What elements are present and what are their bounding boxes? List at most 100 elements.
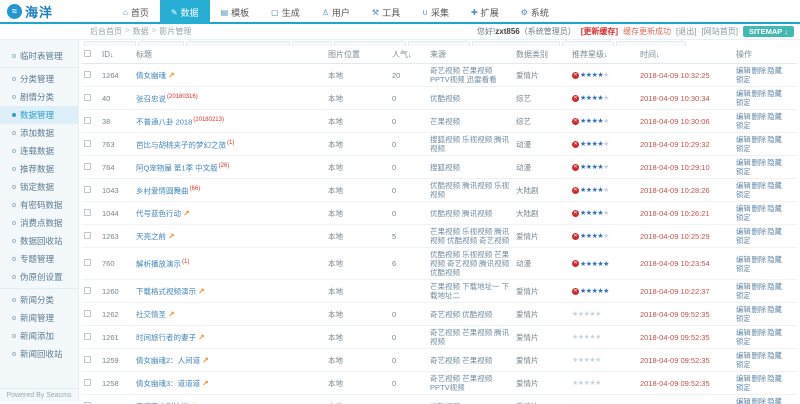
clear-rating-icon[interactable]: ✕ <box>572 118 579 125</box>
sidebar-item-新闻分类[interactable]: 新闻分类 <box>0 291 78 309</box>
sort-arrow-icon[interactable]: ↓ <box>110 52 114 59</box>
sidebar-item-伪原创设置[interactable]: 伪原创设置 <box>0 268 78 286</box>
action-隐藏-link[interactable]: 隐藏 <box>767 112 782 121</box>
action-编辑-link[interactable]: 编辑 <box>736 181 751 190</box>
filter-tab-stub[interactable] <box>616 41 686 46</box>
clear-rating-icon[interactable]: ✕ <box>572 210 579 217</box>
action-锁定-link[interactable]: 锁定 <box>736 291 751 300</box>
action-编辑-link[interactable]: 编辑 <box>736 112 751 121</box>
action-删除-link[interactable]: 删除 <box>752 181 767 190</box>
sidebar-item-有密码数据[interactable]: 有密码数据 <box>0 196 78 214</box>
filter-tab-stub[interactable] <box>408 41 470 46</box>
action-删除-link[interactable]: 删除 <box>752 66 767 75</box>
action-删除-link[interactable]: 删除 <box>752 397 767 404</box>
action-隐藏-link[interactable]: 隐藏 <box>767 227 782 236</box>
title-link[interactable]: 时间旅行者的妻子 <box>136 333 196 342</box>
title-link[interactable]: 芭比与胡桃夹子的梦幻之旅 <box>136 140 226 149</box>
action-隐藏-link[interactable]: 隐藏 <box>767 135 782 144</box>
action-隐藏-link[interactable]: 隐藏 <box>767 374 782 383</box>
row-checkbox[interactable] <box>84 94 91 101</box>
clear-rating-icon[interactable]: ✕ <box>572 233 579 240</box>
sidebar-item-数据管理[interactable]: 数据管理 <box>0 106 78 124</box>
clear-rating-icon[interactable]: ✕ <box>572 288 579 295</box>
filter-tab-stub[interactable] <box>292 41 332 46</box>
clear-rating-icon[interactable]: ✕ <box>572 260 579 267</box>
action-删除-link[interactable]: 删除 <box>752 89 767 98</box>
action-编辑-link[interactable]: 编辑 <box>736 227 751 236</box>
action-锁定-link[interactable]: 锁定 <box>736 360 751 369</box>
row-checkbox[interactable] <box>84 117 91 124</box>
action-隐藏-link[interactable]: 隐藏 <box>767 328 782 337</box>
action-编辑-link[interactable]: 编辑 <box>736 305 751 314</box>
logout-link[interactable]: [退出] <box>676 26 696 37</box>
title-link[interactable]: 天亮之前 <box>136 232 166 241</box>
sidebar-item-推荐数据[interactable]: 推荐数据 <box>0 160 78 178</box>
action-删除-link[interactable]: 删除 <box>752 351 767 360</box>
action-删除-link[interactable]: 删除 <box>752 158 767 167</box>
star-icon[interactable]: ★ <box>603 187 609 194</box>
action-编辑-link[interactable]: 编辑 <box>736 204 751 213</box>
title-link[interactable]: 阿Q宠物屋 第1季 中文版 <box>136 163 218 172</box>
select-all-checkbox[interactable] <box>84 50 91 57</box>
sidebar-item-新闻管理[interactable]: 新闻管理 <box>0 309 78 327</box>
action-编辑-link[interactable]: 编辑 <box>736 135 751 144</box>
column-header-时间[interactable]: 时间↓ <box>638 46 734 64</box>
action-编辑-link[interactable]: 编辑 <box>736 255 751 264</box>
sitemap-button[interactable]: SITEMAP ↓ <box>743 26 794 37</box>
action-删除-link[interactable]: 删除 <box>752 374 767 383</box>
row-checkbox[interactable] <box>84 287 91 294</box>
row-checkbox[interactable] <box>84 140 91 147</box>
action-锁定-link[interactable]: 锁定 <box>736 75 751 84</box>
action-锁定-link[interactable]: 锁定 <box>736 314 751 323</box>
sidebar-item-连载数据[interactable]: 连载数据 <box>0 142 78 160</box>
action-隐藏-link[interactable]: 隐藏 <box>767 255 782 264</box>
star-icon[interactable]: ★ <box>603 210 609 217</box>
action-删除-link[interactable]: 删除 <box>752 204 767 213</box>
title-link[interactable]: 倩女幽魂2：人间道 <box>136 356 200 365</box>
action-隐藏-link[interactable]: 隐藏 <box>767 282 782 291</box>
breadcrumb-item[interactable]: 数据 <box>133 26 149 37</box>
action-隐藏-link[interactable]: 隐藏 <box>767 305 782 314</box>
sidebar-item-添加数据[interactable]: 添加数据 <box>0 124 78 142</box>
column-header-人气[interactable]: 人气↓ <box>390 46 428 64</box>
star-icon[interactable]: ★ <box>595 380 601 387</box>
sidebar-item-临时表管理[interactable]: 临时表管理 <box>0 47 78 65</box>
action-删除-link[interactable]: 删除 <box>752 227 767 236</box>
title-link[interactable]: 倩女幽魂3：道道道 <box>136 379 200 388</box>
action-隐藏-link[interactable]: 隐藏 <box>767 397 782 404</box>
star-icon[interactable]: ★ <box>603 72 609 79</box>
action-编辑-link[interactable]: 编辑 <box>736 158 751 167</box>
sidebar-item-新闻回收站[interactable]: 新闻回收站 <box>0 345 78 363</box>
brand-logo[interactable]: ≈ 海洋 <box>7 2 53 21</box>
action-编辑-link[interactable]: 编辑 <box>736 282 751 291</box>
action-锁定-link[interactable]: 锁定 <box>736 167 751 176</box>
clear-rating-icon[interactable]: ✕ <box>572 187 579 194</box>
star-icon[interactable]: ★ <box>595 357 601 364</box>
action-删除-link[interactable]: 删除 <box>752 255 767 264</box>
star-icon[interactable]: ★ <box>603 141 609 148</box>
action-隐藏-link[interactable]: 隐藏 <box>767 89 782 98</box>
nav-item-generate[interactable]: ▢生成 <box>260 0 311 24</box>
nav-item-data[interactable]: ✎数据 <box>160 0 210 24</box>
action-删除-link[interactable]: 删除 <box>752 328 767 337</box>
clear-rating-icon[interactable]: ✕ <box>572 164 579 171</box>
sidebar-item-锁定数据[interactable]: 锁定数据 <box>0 178 78 196</box>
row-checkbox[interactable] <box>84 259 91 266</box>
action-锁定-link[interactable]: 锁定 <box>736 144 751 153</box>
action-编辑-link[interactable]: 编辑 <box>736 374 751 383</box>
update-cache-link[interactable]: [更新缓存] <box>581 26 618 37</box>
action-锁定-link[interactable]: 锁定 <box>736 121 751 130</box>
breadcrumb-item[interactable]: 后台首页 <box>90 26 122 37</box>
action-删除-link[interactable]: 删除 <box>752 112 767 121</box>
action-隐藏-link[interactable]: 隐藏 <box>767 66 782 75</box>
title-link[interactable]: 下载格式视频演示 <box>136 287 196 296</box>
star-icon[interactable]: ★ <box>603 118 609 125</box>
star-icon[interactable]: ★ <box>603 261 609 268</box>
title-link[interactable]: 倩女幽魂 <box>136 71 166 80</box>
nav-item-extend[interactable]: ✚扩展 <box>460 0 510 24</box>
filter-tab-stub[interactable] <box>562 41 614 46</box>
action-锁定-link[interactable]: 锁定 <box>736 383 751 392</box>
filter-tab-stub[interactable] <box>138 41 184 46</box>
action-隐藏-link[interactable]: 隐藏 <box>767 181 782 190</box>
sort-arrow-icon[interactable]: ↓ <box>604 52 608 59</box>
